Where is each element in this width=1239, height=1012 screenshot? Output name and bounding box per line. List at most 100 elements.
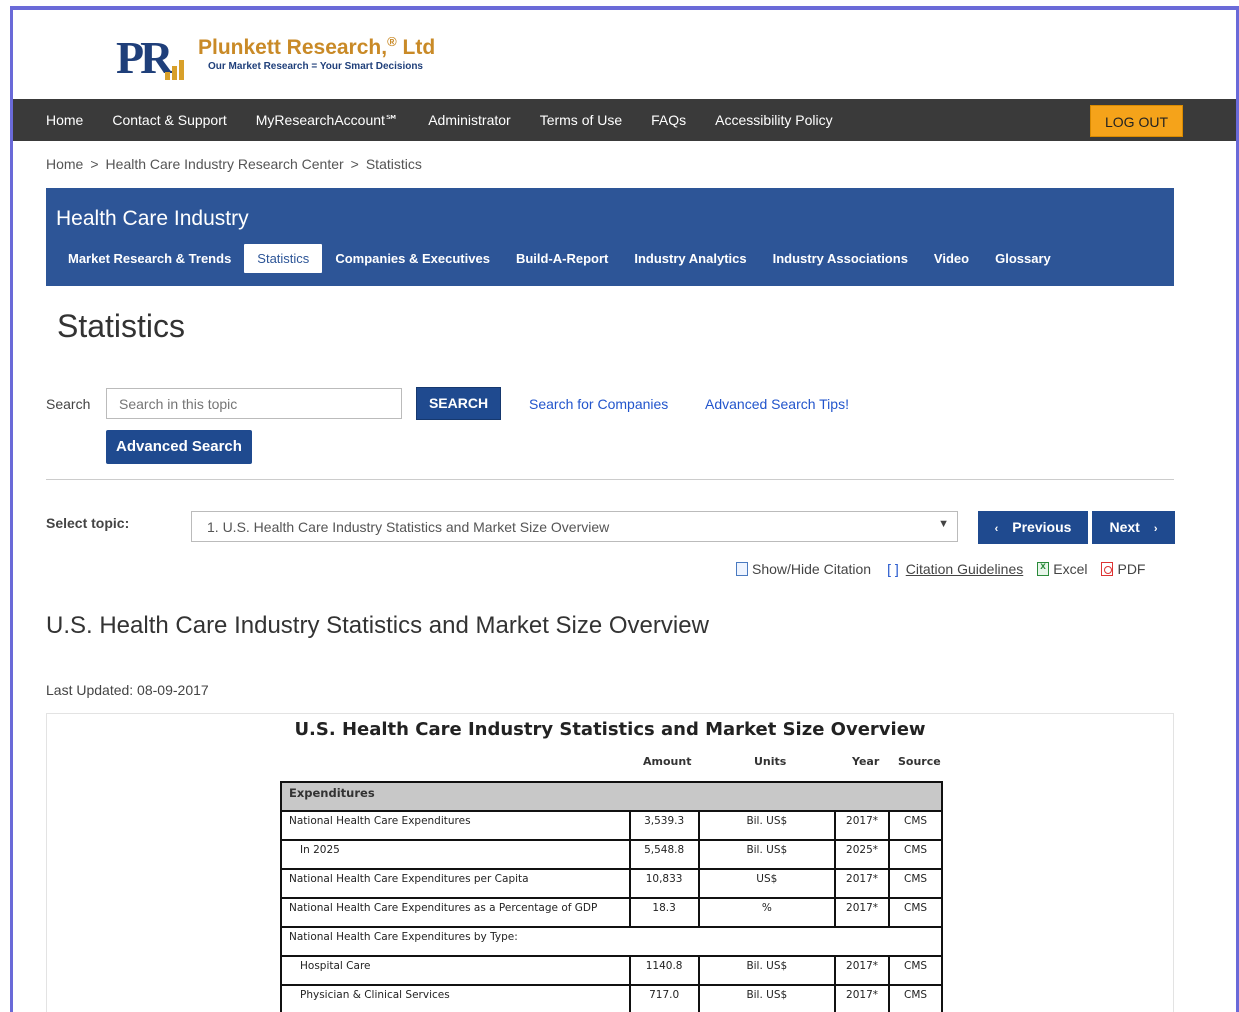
industry-title: Health Care Industry <box>56 207 249 230</box>
industry-tabs: Market Research & Trends Statistics Comp… <box>55 244 1064 273</box>
tab-glossary[interactable]: Glossary <box>982 244 1064 273</box>
search-companies-link[interactable]: Search for Companies <box>529 396 668 412</box>
select-topic-label: Select topic: <box>46 515 130 531</box>
logout-button[interactable]: LOG OUT <box>1089 105 1183 137</box>
row-label: Physician & Clinical Services <box>280 984 631 1012</box>
page-title: Statistics <box>57 308 186 344</box>
row-label: National Health Care Expenditures by Typ… <box>280 926 943 957</box>
row-label: National Health Care Expenditures <box>280 810 631 841</box>
source-cell: CMS <box>888 897 943 928</box>
nav-faqs[interactable]: FAQs <box>651 112 686 128</box>
breadcrumb: Home > Health Care Industry Research Cente… <box>46 156 422 172</box>
advanced-search-tips-link[interactable]: Advanced Search Tips! <box>705 396 849 412</box>
units-cell: Bil. US$ <box>697 839 837 870</box>
units-cell: Bil. US$ <box>697 984 837 1012</box>
industry-header: Health Care Industry Market Research & T… <box>46 188 1174 286</box>
nav-administrator[interactable]: Administrator <box>428 112 510 128</box>
nav-terms-of-use[interactable]: Terms of Use <box>540 112 622 128</box>
table-row: In 2025 5,548.8 Bil. US$ 2025* CMS <box>280 839 943 870</box>
advanced-search-button[interactable]: Advanced Search <box>106 430 252 464</box>
table-row: National Health Care Expenditures per Ca… <box>280 868 943 899</box>
tab-market-research-trends[interactable]: Market Research & Trends <box>55 244 244 273</box>
search-label: Search <box>46 396 91 412</box>
table-group-row: Expenditures <box>280 781 943 812</box>
source-cell: CMS <box>888 955 943 986</box>
units-cell: US$ <box>697 868 837 899</box>
statistics-table: Expenditures National Health Care Expend… <box>280 781 943 1012</box>
breadcrumb-statistics[interactable]: Statistics <box>366 156 422 172</box>
tab-industry-associations[interactable]: Industry Associations <box>760 244 921 273</box>
logo-letters: PR <box>116 32 173 83</box>
citation-guidelines-link[interactable]: Citation Guidelines <box>906 561 1024 577</box>
pr-logo-icon: PR <box>116 32 186 84</box>
search-button[interactable]: SEARCH <box>416 387 501 420</box>
top-navigation: Home Contact & Support MyResearchAccount… <box>13 99 1236 141</box>
tab-industry-analytics[interactable]: Industry Analytics <box>621 244 759 273</box>
dropdown-arrow-icon: ▼ <box>938 518 949 530</box>
breadcrumb-research-center[interactable]: Health Care Industry Research Center <box>106 156 344 172</box>
source-cell: CMS <box>888 810 943 841</box>
tab-build-a-report[interactable]: Build-A-Report <box>503 244 621 273</box>
column-header-units: Units <box>754 755 787 768</box>
section-title: U.S. Health Care Industry Statistics and… <box>46 612 709 639</box>
nav-contact-support[interactable]: Contact & Support <box>112 112 226 128</box>
year-cell: 2017* <box>834 984 891 1012</box>
column-header-amount: Amount <box>643 755 692 768</box>
row-label: National Health Care Expenditures per Ca… <box>280 868 631 899</box>
table-title: U.S. Health Care Industry Statistics and… <box>294 719 926 740</box>
table-row: Physician & Clinical Services 717.0 Bil. U… <box>280 984 943 1012</box>
amount-cell: 5,548.8 <box>628 839 700 870</box>
excel-link[interactable]: Excel <box>1053 561 1087 577</box>
citation-toolbar: Show/Hide Citation [ ] Citation Guidelin… <box>736 561 1145 577</box>
units-cell: Bil. US$ <box>697 955 837 986</box>
plunkett-logo[interactable]: PR Plunkett Research,® Ltd Our Market Re… <box>116 32 435 84</box>
tab-video[interactable]: Video <box>921 244 982 273</box>
topic-select[interactable]: 1. U.S. Health Care Industry Statistics … <box>191 511 958 542</box>
row-label: Hospital Care <box>280 955 631 986</box>
brand-name: Plunkett Research,® Ltd <box>198 34 436 59</box>
divider <box>46 479 1174 480</box>
statistics-table-panel: U.S. Health Care Industry Statistics and… <box>46 713 1174 1012</box>
units-cell: Bil. US$ <box>697 810 837 841</box>
column-header-source: Source <box>898 755 941 768</box>
amount-cell: 10,833 <box>628 868 700 899</box>
tab-companies-executives[interactable]: Companies & Executives <box>322 244 503 273</box>
table-row: Hospital Care 1140.8 Bil. US$ 2017* CMS <box>280 955 943 986</box>
group-label: Expenditures <box>280 781 943 812</box>
column-header-year: Year <box>852 755 880 768</box>
amount-cell: 18.3 <box>628 897 700 928</box>
amount-cell: 1140.8 <box>628 955 700 986</box>
year-cell: 2025* <box>834 839 891 870</box>
row-label: In 2025 <box>280 839 631 870</box>
show-hide-citation-link[interactable]: Show/Hide Citation <box>752 561 871 577</box>
nav-accessibility-policy[interactable]: Accessibility Policy <box>715 112 832 128</box>
amount-cell: 717.0 <box>628 984 700 1012</box>
table-row: National Health Care Expenditures as a P… <box>280 897 943 928</box>
nav-my-research-account[interactable]: MyResearchAccount℠ <box>256 112 399 129</box>
units-cell: % <box>697 897 837 928</box>
source-cell: CMS <box>888 868 943 899</box>
table-row: National Health Care Expenditures 3,539.3… <box>280 810 943 841</box>
topic-selected-value: 1. U.S. Health Care Industry Statistics … <box>207 519 610 535</box>
breadcrumb-home[interactable]: Home <box>46 156 83 172</box>
nav-home[interactable]: Home <box>46 112 83 128</box>
search-input[interactable] <box>106 388 402 419</box>
table-row: National Health Care Expenditures by Typ… <box>280 926 943 957</box>
source-cell: CMS <box>888 984 943 1012</box>
excel-icon <box>1037 561 1050 576</box>
year-cell: 2017* <box>834 897 891 928</box>
chevron-right-icon: › <box>1153 523 1158 535</box>
amount-cell: 3,539.3 <box>628 810 700 841</box>
source-cell: CMS <box>888 839 943 870</box>
year-cell: 2017* <box>834 868 891 899</box>
year-cell: 2017* <box>834 955 891 986</box>
brand-tagline: Our Market Research = Your Smart Decisio… <box>208 61 423 72</box>
document-icon <box>736 562 748 576</box>
pdf-icon <box>1101 562 1114 576</box>
year-cell: 2017* <box>834 810 891 841</box>
tab-statistics[interactable]: Statistics <box>244 244 323 273</box>
previous-button[interactable]: ‹ Previous <box>978 511 1088 544</box>
next-button[interactable]: Next › <box>1092 511 1175 544</box>
pdf-link[interactable]: PDF <box>1117 561 1145 577</box>
browser-page: PR Plunkett Research,® Ltd Our Market Re… <box>10 6 1239 1012</box>
